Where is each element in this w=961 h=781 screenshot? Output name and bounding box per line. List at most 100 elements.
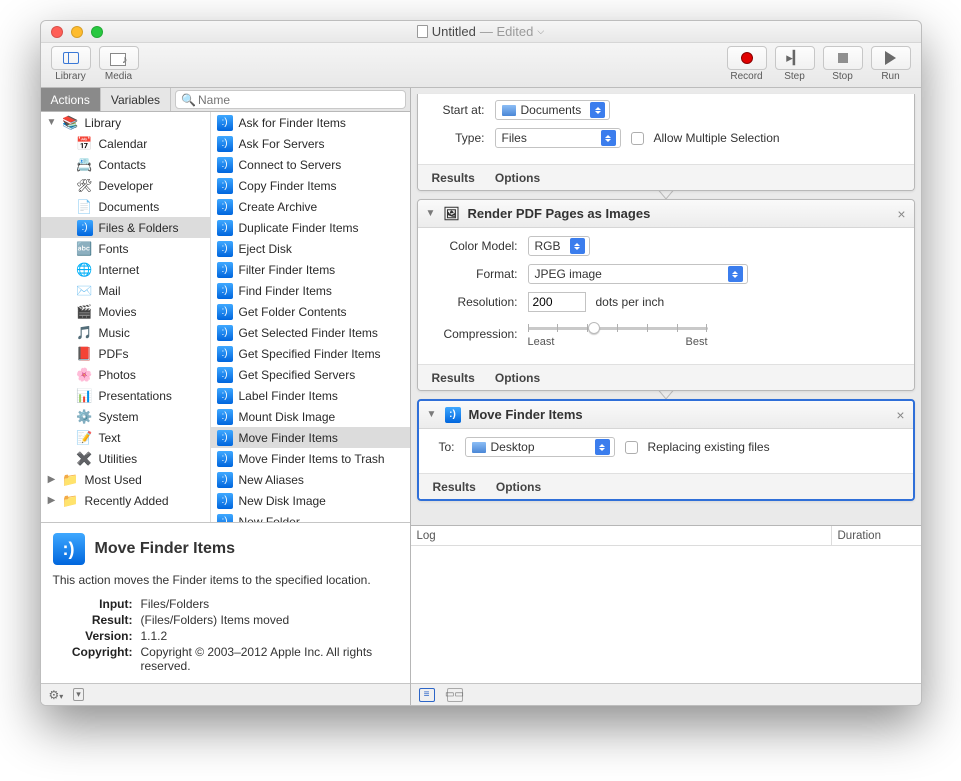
stop-button[interactable]: Stop xyxy=(821,46,865,82)
workflow-area[interactable]: Start at: Documents Type: Files Allow Mu… xyxy=(411,88,921,525)
category-fonts[interactable]: 🔤Fonts xyxy=(41,238,210,259)
start-at-popup[interactable]: Documents xyxy=(495,100,611,120)
finder-icon xyxy=(217,241,233,257)
action-eject-disk[interactable]: Eject Disk xyxy=(211,238,410,259)
action-move-finder-items[interactable]: Move Finder Items xyxy=(211,427,410,448)
category-column[interactable]: ▼📚Library📅Calendar📇Contacts🛠Developer📄Do… xyxy=(41,112,211,522)
disclosure-triangle[interactable]: ▼ xyxy=(427,409,437,420)
action-filter-finder-items[interactable]: Filter Finder Items xyxy=(211,259,410,280)
category-contacts[interactable]: 📇Contacts xyxy=(41,154,210,175)
results-button[interactable]: Results xyxy=(432,371,475,385)
resolution-field[interactable] xyxy=(528,292,586,312)
music-icon: 🎵 xyxy=(77,325,93,341)
finder-icon xyxy=(217,115,233,131)
tab-variables[interactable]: Variables xyxy=(101,88,171,111)
category-movies[interactable]: 🎬Movies xyxy=(41,301,210,322)
action-label-finder-items[interactable]: Label Finder Items xyxy=(211,385,410,406)
category-text[interactable]: 📝Text xyxy=(41,427,210,448)
close-icon[interactable]: × xyxy=(896,407,904,423)
action-get-specified-finder-items[interactable]: Get Specified Finder Items xyxy=(211,343,410,364)
titlebar: Untitled — Edited ⌵ xyxy=(41,21,921,43)
category-internet[interactable]: 🌐Internet xyxy=(41,259,210,280)
library-toggle-button[interactable]: Library xyxy=(49,46,93,82)
results-button[interactable]: Results xyxy=(433,480,476,494)
tab-actions[interactable]: Actions xyxy=(41,88,101,111)
run-button[interactable]: Run xyxy=(869,46,913,82)
action-column[interactable]: Ask for Finder ItemsAsk For ServersConne… xyxy=(211,112,410,522)
replacing-checkbox[interactable] xyxy=(625,441,638,454)
action-get-folder-contents[interactable]: Get Folder Contents xyxy=(211,301,410,322)
workflow-action-move-finder[interactable]: ▼ Move Finder Items × To: Desktop Replac… xyxy=(417,399,915,501)
search-input[interactable] xyxy=(175,90,406,109)
gear-icon[interactable]: ⚙︎▾ xyxy=(49,688,64,702)
category-library[interactable]: ▼📚Library xyxy=(41,112,210,133)
compression-slider[interactable] xyxy=(528,320,708,336)
action-create-archive[interactable]: Create Archive xyxy=(211,196,410,217)
category-calendar[interactable]: 📅Calendar xyxy=(41,133,210,154)
photos-icon: 🌸 xyxy=(77,367,93,383)
action-get-specified-servers[interactable]: Get Specified Servers xyxy=(211,364,410,385)
panel-toggle-icon[interactable]: ▾ xyxy=(73,688,84,701)
results-button[interactable]: Results xyxy=(432,171,475,185)
finder-icon xyxy=(217,367,233,383)
options-button[interactable]: Options xyxy=(495,171,540,185)
documents-icon: 📄 xyxy=(77,199,93,215)
log-area: Log Duration ≡ ▭▭ xyxy=(411,525,921,705)
developer-icon: 🛠 xyxy=(77,178,93,194)
finder-icon xyxy=(217,451,233,467)
action-new-disk-image[interactable]: New Disk Image xyxy=(211,490,410,511)
destination-popup[interactable]: Desktop xyxy=(465,437,615,457)
colormodel-popup[interactable]: RGB xyxy=(528,236,590,256)
chevron-down-icon[interactable]: ⌵ xyxy=(537,26,544,37)
action-copy-finder-items[interactable]: Copy Finder Items xyxy=(211,175,410,196)
format-popup[interactable]: JPEG image xyxy=(528,264,748,284)
finder-icon xyxy=(217,388,233,404)
category-developer[interactable]: 🛠Developer xyxy=(41,175,210,196)
calendar-icon: 📅 xyxy=(77,136,93,152)
category-most-used[interactable]: ▶📁Most Used xyxy=(41,469,210,490)
category-pdfs[interactable]: 📕PDFs xyxy=(41,343,210,364)
action-find-finder-items[interactable]: Find Finder Items xyxy=(211,280,410,301)
action-new-aliases[interactable]: New Aliases xyxy=(211,469,410,490)
action-duplicate-finder-items[interactable]: Duplicate Finder Items xyxy=(211,217,410,238)
finder-icon xyxy=(217,262,233,278)
action-title: Move Finder Items xyxy=(469,407,583,422)
media-button[interactable]: Media xyxy=(97,46,141,82)
log-column-header[interactable]: Log xyxy=(411,526,831,545)
action-ask-for-finder-items[interactable]: Ask for Finder Items xyxy=(211,112,410,133)
finder-icon xyxy=(53,533,85,565)
action-mount-disk-image[interactable]: Mount Disk Image xyxy=(211,406,410,427)
category-files-folders[interactable]: Files & Folders xyxy=(41,217,210,238)
category-system[interactable]: ⚙️System xyxy=(41,406,210,427)
workflow-action-render-pdf[interactable]: ▼ 🖼 Render PDF Pages as Images × Color M… xyxy=(417,199,915,391)
category-photos[interactable]: 🌸Photos xyxy=(41,364,210,385)
disclosure-triangle[interactable]: ▼ xyxy=(426,208,436,219)
category-music[interactable]: 🎵Music xyxy=(41,322,210,343)
category-recently-added[interactable]: ▶📁Recently Added xyxy=(41,490,210,511)
workflow-action-ask-finder[interactable]: Start at: Documents Type: Files Allow Mu… xyxy=(417,94,915,191)
duration-column-header[interactable]: Duration xyxy=(831,526,921,545)
action-connect-to-servers[interactable]: Connect to Servers xyxy=(211,154,410,175)
category-mail[interactable]: ✉️Mail xyxy=(41,280,210,301)
finder-icon xyxy=(445,407,461,423)
close-icon[interactable]: × xyxy=(897,206,905,222)
options-button[interactable]: Options xyxy=(495,371,540,385)
category-utilities[interactable]: ✖️Utilities xyxy=(41,448,210,469)
list-view-icon[interactable]: ≡ xyxy=(419,688,435,702)
grid-view-icon[interactable]: ▭▭ xyxy=(447,688,463,702)
action-new-folder[interactable]: New Folder xyxy=(211,511,410,522)
category-presentations[interactable]: 📊Presentations xyxy=(41,385,210,406)
minimize-window-button[interactable] xyxy=(71,26,83,38)
action-move-finder-items-to-trash[interactable]: Move Finder Items to Trash xyxy=(211,448,410,469)
finder-icon xyxy=(217,325,233,341)
zoom-window-button[interactable] xyxy=(91,26,103,38)
step-button[interactable]: ▸▎ Step xyxy=(773,46,817,82)
action-ask-for-servers[interactable]: Ask For Servers xyxy=(211,133,410,154)
allow-multiple-checkbox[interactable] xyxy=(631,132,644,145)
close-window-button[interactable] xyxy=(51,26,63,38)
record-button[interactable]: Record xyxy=(725,46,769,82)
type-popup[interactable]: Files xyxy=(495,128,621,148)
category-documents[interactable]: 📄Documents xyxy=(41,196,210,217)
action-get-selected-finder-items[interactable]: Get Selected Finder Items xyxy=(211,322,410,343)
options-button[interactable]: Options xyxy=(496,480,541,494)
